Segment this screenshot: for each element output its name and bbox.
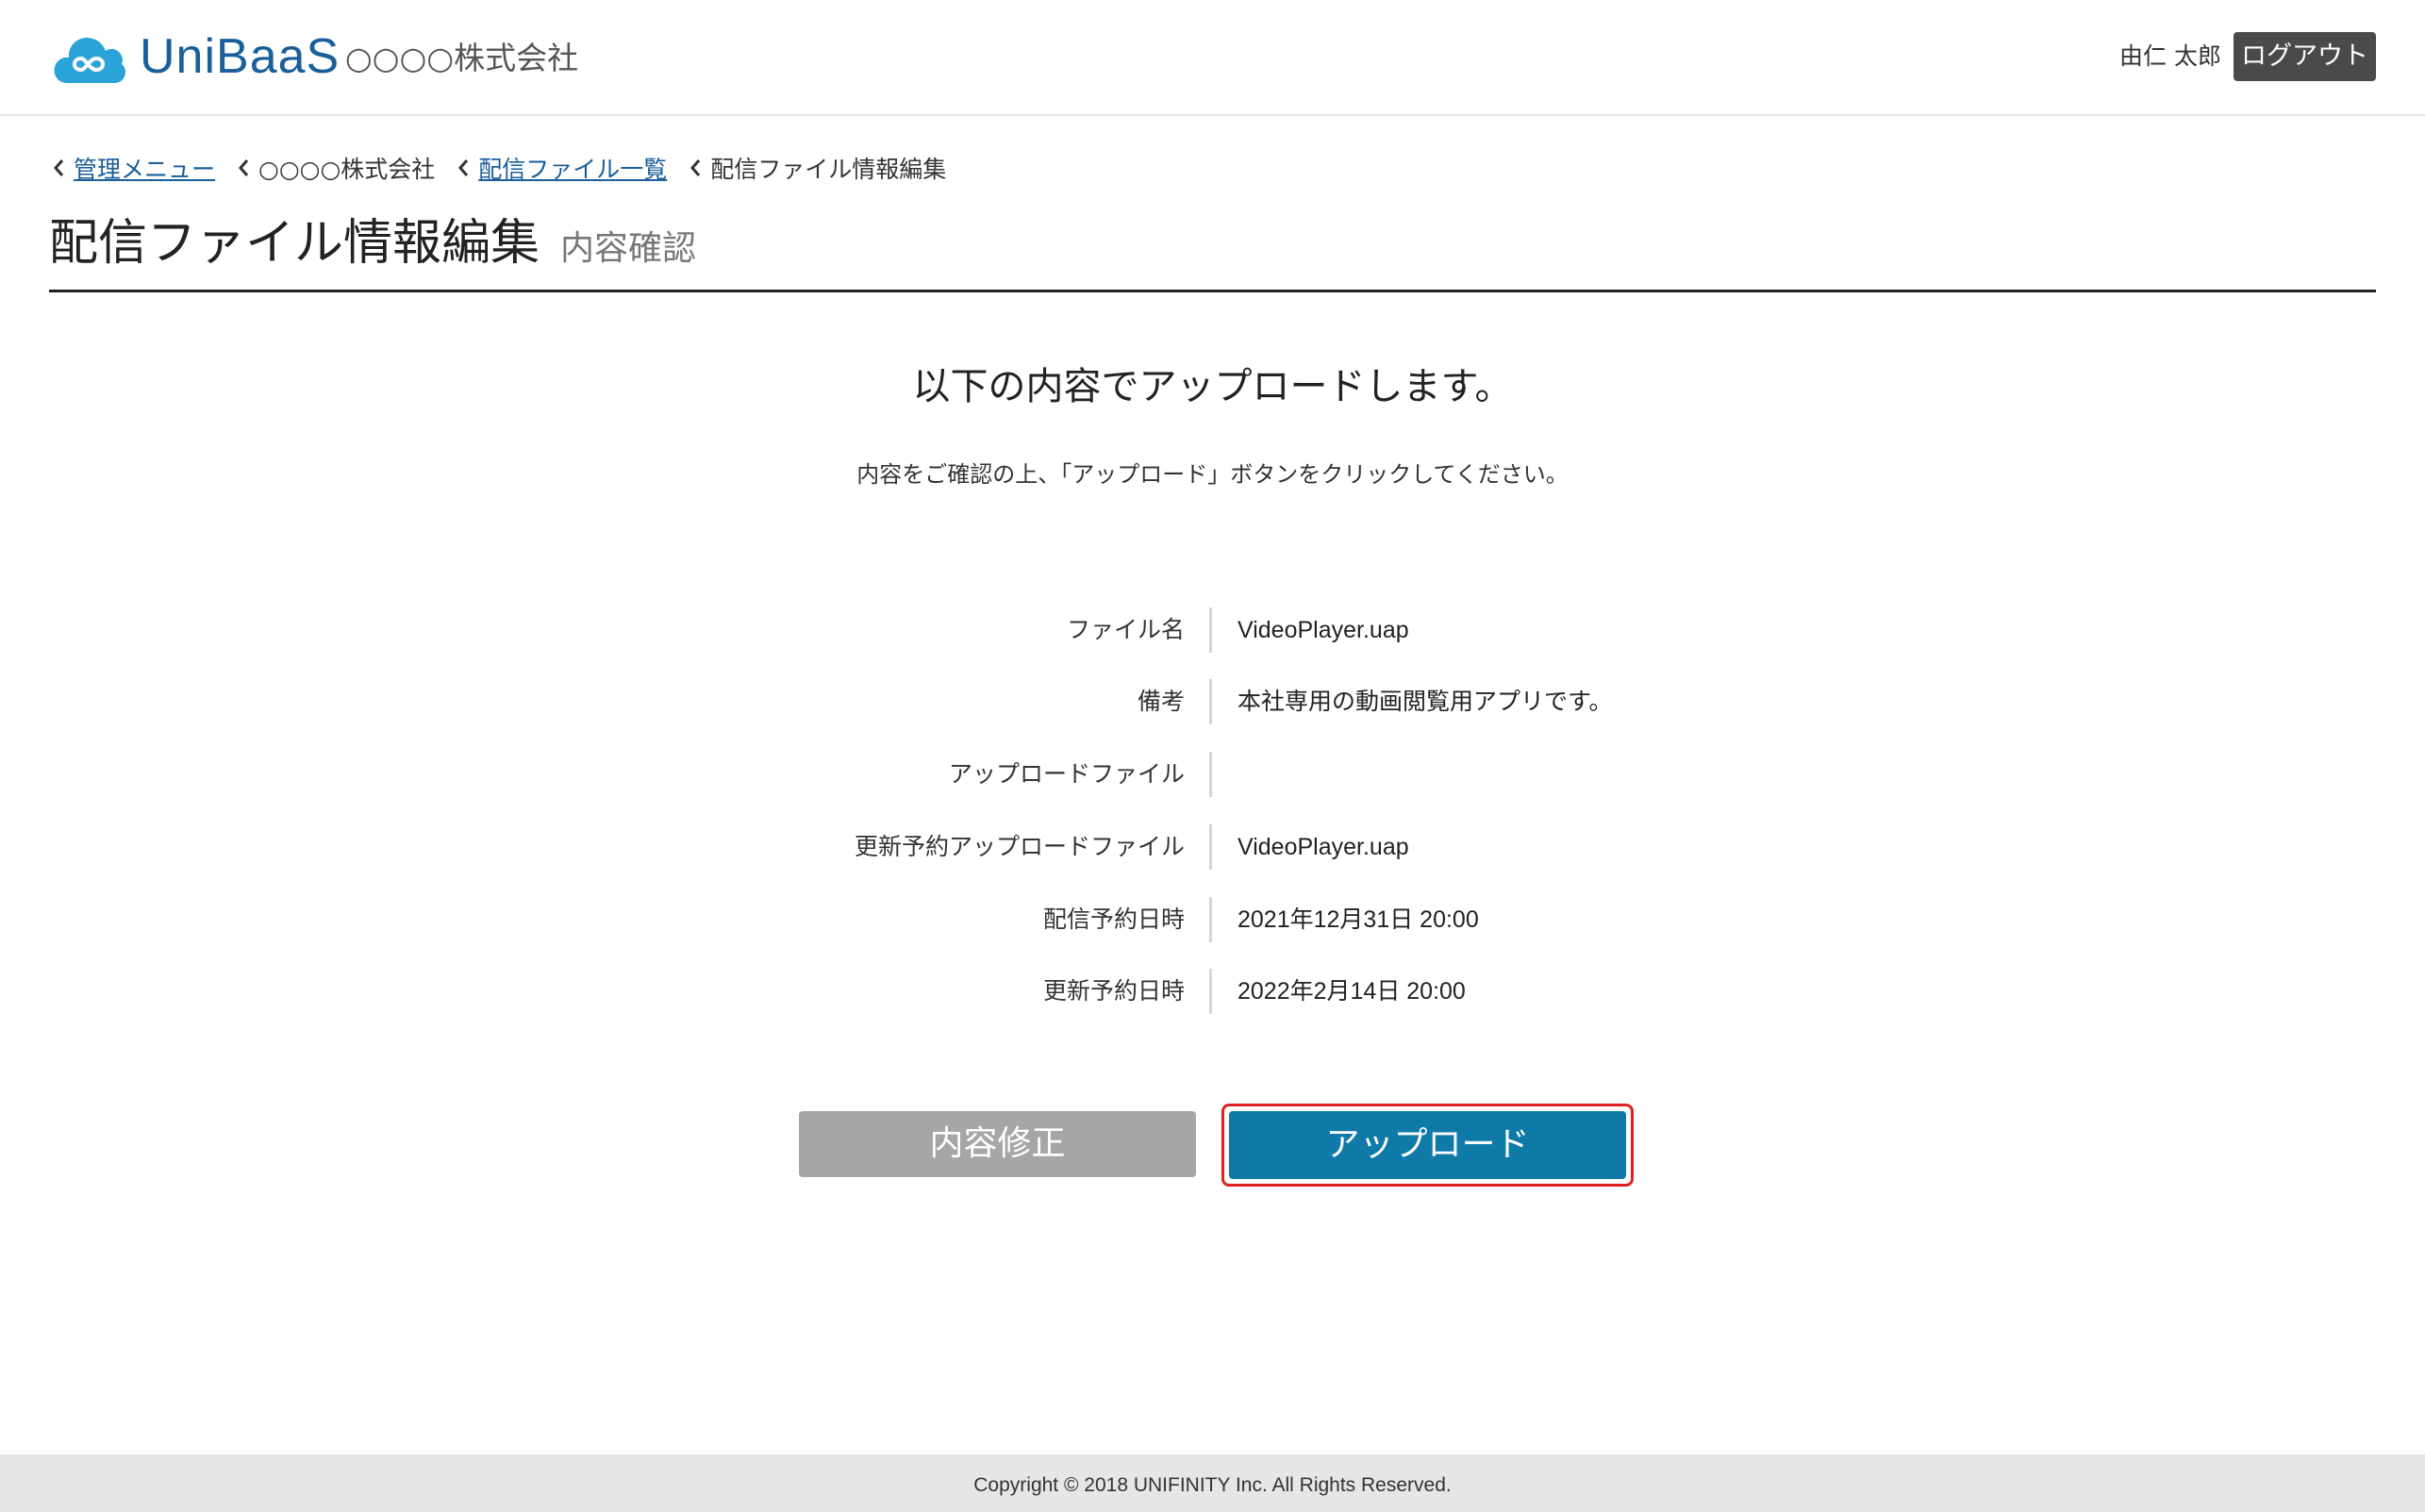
detail-value: 2021年12月31日 20:00 xyxy=(1237,906,1479,933)
detail-value: 本社専用の動画閲覧用アプリです。 xyxy=(1237,689,1613,715)
detail-separator xyxy=(1209,752,1212,797)
detail-label: ファイル名 xyxy=(1066,616,1185,643)
breadcrumb-item-file-list: 配信ファイル一覧 xyxy=(454,151,667,185)
page-subtitle: 内容確認 xyxy=(560,229,697,268)
breadcrumb-item-current: 配信ファイル情報編集 xyxy=(686,151,946,185)
detail-row-scheduled-update-file: 更新予約アップロードファイル VideoPlayer.uap xyxy=(0,824,2425,870)
company-name: ○○○○株式会社 xyxy=(345,40,579,76)
detail-row-file-name: ファイル名 VideoPlayer.uap xyxy=(0,607,2425,653)
detail-value: VideoPlayer.uap xyxy=(1237,834,1409,860)
detail-value: 2022年2月14日 20:00 xyxy=(1237,978,1466,1005)
breadcrumb: 管理メニュー ○○○○株式会社 配信ファイル一覧 配信ファイル情報編集 xyxy=(49,149,965,187)
detail-separator xyxy=(1209,969,1212,1014)
edit-content-button[interactable]: 内容修正 xyxy=(799,1111,1196,1177)
detail-separator xyxy=(1209,679,1212,724)
user-name: 由仁 太郎 xyxy=(2119,42,2221,70)
breadcrumb-link-file-list[interactable]: 配信ファイル一覧 xyxy=(478,151,667,185)
cloud-logo-icon xyxy=(54,38,125,83)
breadcrumb-label-company: ○○○○株式会社 xyxy=(258,156,436,183)
app-header: UniBaaS ○○○○株式会社 由仁 太郎 ログアウト xyxy=(0,0,2425,116)
detail-label: 更新予約アップロードファイル xyxy=(854,833,1185,860)
footer: Copyright © 2018 UNIFINITY Inc. All Righ… xyxy=(0,1454,2425,1512)
detail-separator xyxy=(1209,824,1212,870)
detail-label: 備考 xyxy=(1137,688,1185,715)
chevron-left-icon xyxy=(458,159,469,176)
detail-label: アップロードファイル xyxy=(948,760,1185,788)
brand-name: UniBaaS xyxy=(140,29,340,84)
detail-separator xyxy=(1209,607,1212,653)
breadcrumb-label-current: 配信ファイル情報編集 xyxy=(710,156,947,183)
chevron-left-icon xyxy=(54,159,64,176)
breadcrumb-item-company: ○○○○株式会社 xyxy=(234,151,435,185)
chevron-left-icon xyxy=(239,159,249,176)
copyright-text: Copyright © 2018 UNIFINITY Inc. All Righ… xyxy=(973,1474,1452,1496)
title-row: 配信ファイル情報編集 内容確認 xyxy=(49,209,2376,292)
breadcrumb-link-admin-menu[interactable]: 管理メニュー xyxy=(74,151,215,185)
detail-row-update-datetime: 更新予約日時 2022年2月14日 20:00 xyxy=(0,969,2425,1014)
detail-row-delivery-datetime: 配信予約日時 2021年12月31日 20:00 xyxy=(0,897,2425,942)
breadcrumb-item-admin-menu: 管理メニュー xyxy=(49,151,215,185)
instruction-note: 内容をご確認の上、「アップロード」ボタンをクリックしてください。 xyxy=(856,461,1569,488)
detail-row-remarks: 備考 本社専用の動画閲覧用アプリです。 xyxy=(0,679,2425,724)
upload-button[interactable]: アップロード xyxy=(1229,1111,1626,1179)
detail-separator xyxy=(1209,897,1212,942)
detail-label: 更新予約日時 xyxy=(1042,977,1185,1005)
detail-label: 配信予約日時 xyxy=(1042,906,1185,933)
logout-button[interactable]: ログアウト xyxy=(2234,32,2376,81)
page: UniBaaS ○○○○株式会社 由仁 太郎 ログアウト 管理メニュー ○○○○… xyxy=(0,0,2425,1512)
chevron-left-icon xyxy=(690,159,701,176)
page-title: 配信ファイル情報編集 xyxy=(49,215,540,272)
detail-value: VideoPlayer.uap xyxy=(1237,617,1409,643)
detail-row-upload-file: アップロードファイル xyxy=(0,752,2425,797)
lead-message: 以下の内容でアップロードします。 xyxy=(912,365,1513,408)
